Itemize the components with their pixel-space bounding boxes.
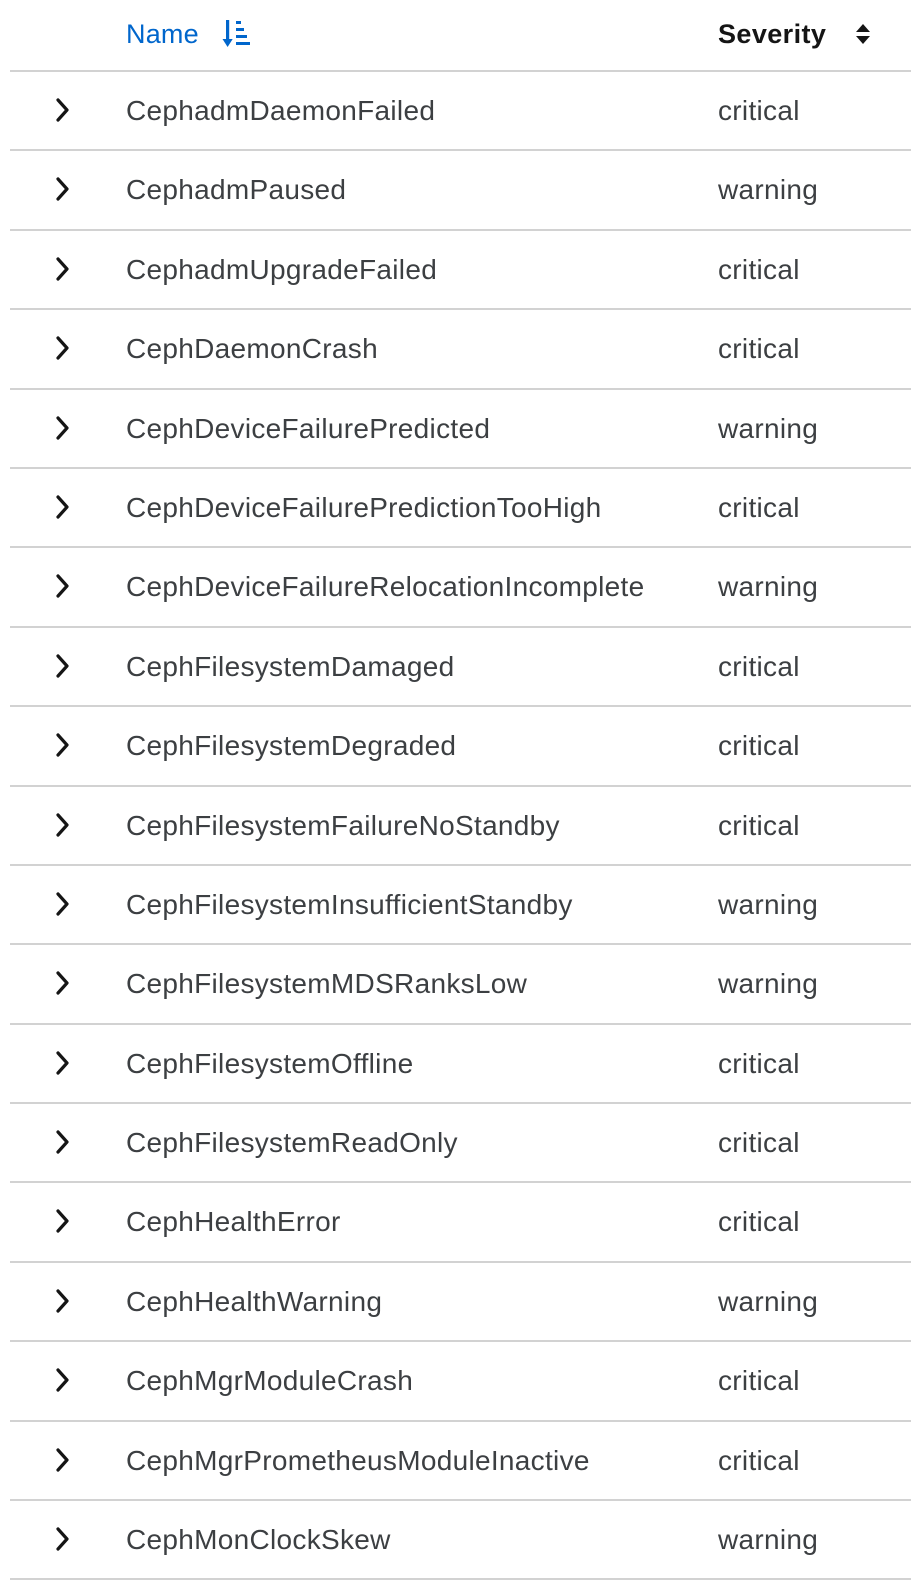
table-row: CephadmDaemonFailed critical bbox=[10, 72, 911, 152]
alert-name-cell: CephFilesystemFailureNoStandby bbox=[126, 809, 560, 841]
table-row: CephHealthError critical bbox=[10, 1183, 911, 1263]
table-row: CephFilesystemInsufficientStandby warning bbox=[10, 866, 911, 946]
alert-severity-cell: warning bbox=[718, 174, 819, 206]
column-header-severity-label: Severity bbox=[718, 18, 827, 49]
alert-severity-cell: warning bbox=[718, 571, 819, 603]
table-row: CephDeviceFailurePredictionTooHigh critic… bbox=[10, 469, 911, 549]
table-row: CephFilesystemReadOnly critical bbox=[10, 1104, 911, 1184]
alert-name-cell: CephFilesystemDegraded bbox=[126, 730, 457, 762]
alert-name-cell: CephFilesystemMDSRanksLow bbox=[126, 968, 528, 1000]
chevron-right-icon[interactable] bbox=[46, 566, 80, 606]
chevron-right-icon[interactable] bbox=[46, 1440, 80, 1480]
alert-name-cell: CephMonClockSkew bbox=[126, 1524, 391, 1556]
column-header-name-label: Name bbox=[126, 18, 199, 49]
alert-severity-cell: warning bbox=[718, 1285, 819, 1317]
sort-amount-down-icon[interactable] bbox=[221, 17, 255, 51]
chevron-right-icon[interactable] bbox=[46, 646, 80, 686]
table-row: CephFilesystemMDSRanksLow warning bbox=[10, 945, 911, 1025]
alert-name-cell: CephadmPaused bbox=[126, 174, 347, 206]
chevron-right-icon[interactable] bbox=[46, 805, 80, 845]
alert-severity-cell: warning bbox=[718, 412, 819, 444]
table-row: CephadmUpgradeFailed critical bbox=[10, 231, 911, 311]
alert-rules-table: Name Severity CephadmDaemonFailed critic… bbox=[0, 0, 911, 1580]
alert-severity-cell: critical bbox=[718, 333, 800, 365]
alert-severity-cell: critical bbox=[718, 730, 800, 762]
chevron-right-icon[interactable] bbox=[46, 725, 80, 765]
alert-name-cell: CephHealthError bbox=[126, 1206, 341, 1238]
alert-severity-cell: warning bbox=[718, 968, 819, 1000]
alert-name-cell: CephadmDaemonFailed bbox=[126, 95, 436, 126]
alert-severity-cell: critical bbox=[718, 491, 800, 523]
table-body: CephadmDaemonFailed critical CephadmPaused… bbox=[0, 72, 911, 1580]
chevron-right-icon[interactable] bbox=[46, 1201, 80, 1241]
alert-severity-cell: critical bbox=[718, 253, 800, 285]
chevron-right-icon[interactable] bbox=[46, 963, 80, 1003]
alert-name-cell: CephDeviceFailureRelocationIncomplete bbox=[126, 571, 645, 603]
chevron-right-icon[interactable] bbox=[46, 408, 80, 448]
chevron-right-icon[interactable] bbox=[46, 487, 80, 527]
table-row: CephFilesystemFailureNoStandby critical bbox=[10, 787, 911, 866]
table-row: CephMonClockSkew warning bbox=[10, 1501, 911, 1580]
alert-name-cell: CephDeviceFailurePredictionTooHigh bbox=[126, 491, 602, 523]
chevron-right-icon[interactable] bbox=[46, 1360, 80, 1400]
chevron-right-icon[interactable] bbox=[46, 884, 80, 924]
chevron-right-icon[interactable] bbox=[46, 1281, 80, 1321]
table-row: CephFilesystemOffline critical bbox=[10, 1025, 911, 1105]
chevron-right-icon[interactable] bbox=[46, 1519, 80, 1559]
table-row: CephDeviceFailureRelocationIncomplete war… bbox=[10, 548, 911, 628]
alert-name-cell: CephMgrPrometheusModuleInactive bbox=[126, 1444, 590, 1476]
chevron-right-icon[interactable] bbox=[46, 1043, 80, 1083]
alert-severity-cell: critical bbox=[718, 95, 800, 126]
alert-severity-cell: warning bbox=[718, 1524, 819, 1556]
table-row: CephMgrModuleCrash critical bbox=[10, 1342, 911, 1422]
alert-severity-cell: critical bbox=[718, 1047, 800, 1079]
alert-name-cell: CephDeviceFailurePredicted bbox=[126, 412, 491, 444]
chevron-right-icon[interactable] bbox=[46, 249, 80, 289]
column-header-name[interactable]: Name bbox=[126, 14, 255, 54]
chevron-right-icon[interactable] bbox=[46, 90, 80, 130]
table-row: CephadmPaused warning bbox=[10, 151, 911, 231]
alert-name-cell: CephDaemonCrash bbox=[126, 333, 378, 365]
alert-name-cell: CephFilesystemDamaged bbox=[126, 650, 455, 682]
table-row: CephDaemonCrash critical bbox=[10, 310, 911, 390]
alert-severity-cell: critical bbox=[718, 1127, 800, 1159]
alert-severity-cell: critical bbox=[718, 809, 800, 841]
chevron-right-icon[interactable] bbox=[46, 1122, 80, 1162]
alert-severity-cell: critical bbox=[718, 1444, 800, 1476]
sort-unsorted-icon[interactable] bbox=[852, 17, 874, 51]
alert-name-cell: CephadmUpgradeFailed bbox=[126, 253, 438, 285]
table-row: CephHealthWarning warning bbox=[10, 1263, 911, 1343]
table-row: CephMgrPrometheusModuleInactive critical bbox=[10, 1422, 911, 1502]
chevron-right-icon[interactable] bbox=[46, 169, 80, 209]
alert-name-cell: CephFilesystemReadOnly bbox=[126, 1127, 458, 1159]
alert-severity-cell: critical bbox=[718, 1365, 800, 1397]
alert-name-cell: CephFilesystemInsufficientStandby bbox=[126, 888, 573, 920]
alert-severity-cell: critical bbox=[718, 650, 800, 682]
alert-name-cell: CephMgrModuleCrash bbox=[126, 1365, 414, 1397]
table-header: Name Severity bbox=[10, 0, 911, 72]
alert-name-cell: CephFilesystemOffline bbox=[126, 1047, 414, 1079]
table-row: CephFilesystemDegraded critical bbox=[10, 707, 911, 787]
table-row: CephDeviceFailurePredicted warning bbox=[10, 390, 911, 469]
alert-severity-cell: critical bbox=[718, 1206, 800, 1238]
alert-severity-cell: warning bbox=[718, 888, 819, 920]
column-header-severity[interactable]: Severity bbox=[718, 14, 874, 54]
table-row: CephFilesystemDamaged critical bbox=[10, 628, 911, 708]
chevron-right-icon[interactable] bbox=[46, 328, 80, 368]
alert-name-cell: CephHealthWarning bbox=[126, 1285, 383, 1317]
